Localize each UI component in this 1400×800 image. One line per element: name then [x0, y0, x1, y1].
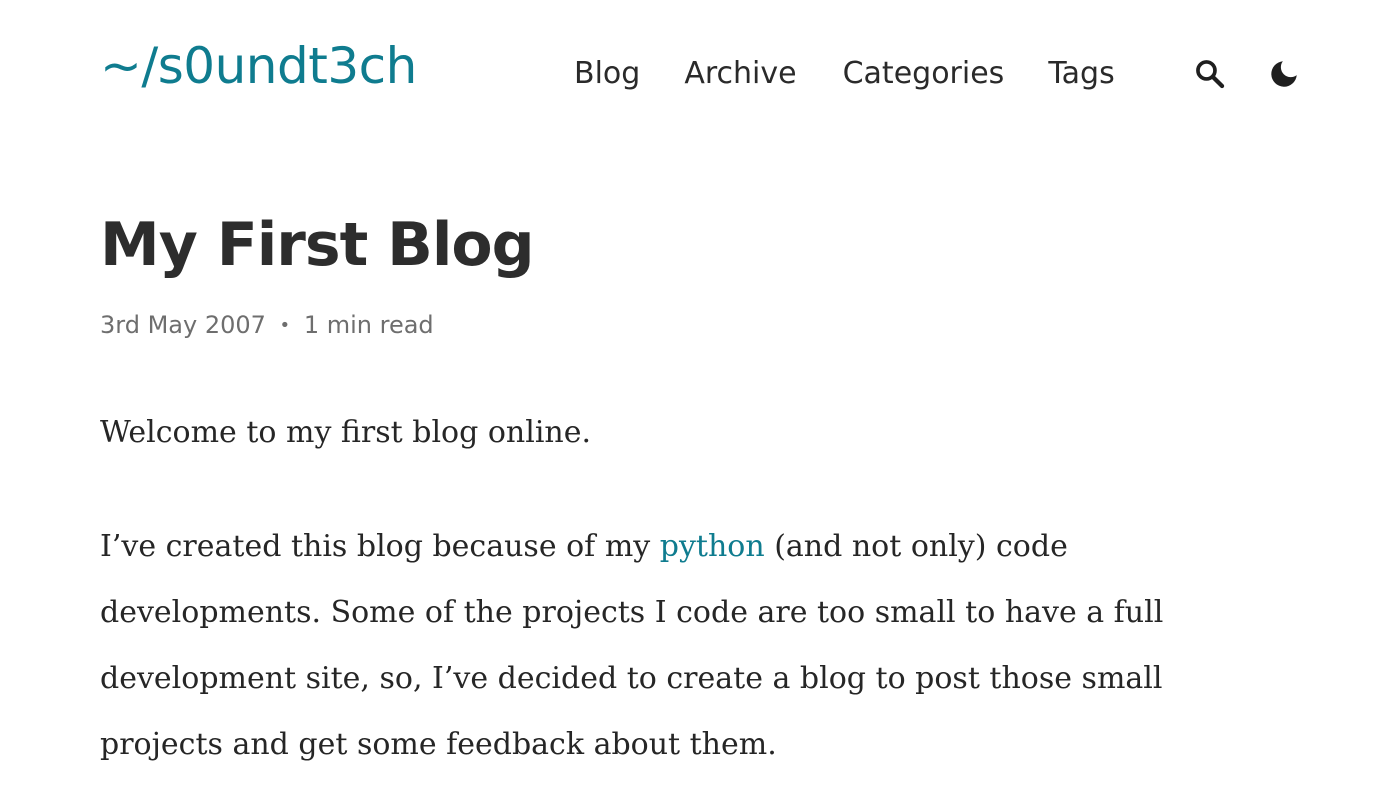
post-body: Welcome to my first blog online. I’ve cr… — [100, 400, 1220, 778]
post-date: 3rd May 2007 — [100, 311, 266, 339]
main-nav: Blog Archive Categories Tags — [574, 52, 1115, 96]
moon-icon — [1271, 61, 1297, 87]
nav-link-categories[interactable]: Categories — [843, 52, 1005, 96]
post-paragraph: Welcome to my first blog online. — [100, 415, 592, 450]
nav-link-tags[interactable]: Tags — [1048, 52, 1114, 96]
nav-link-archive[interactable]: Archive — [684, 52, 796, 96]
site-header: ~/s0undt3ch Blog Archive Categories Tags — [0, 0, 1400, 140]
paragraph-text: I’ve created this blog because of my — [100, 529, 660, 564]
post-paragraph: I’ve created this blog because of my pyt… — [100, 514, 1220, 778]
nav-link-blog[interactable]: Blog — [574, 52, 640, 96]
meta-separator: • — [279, 315, 291, 336]
search-icon — [1196, 60, 1225, 89]
post-read-time: 1 min read — [303, 311, 434, 339]
post-meta: 3rd May 2007 • 1 min read — [100, 308, 434, 343]
site-title-link[interactable]: ~/s0undt3ch — [100, 36, 417, 96]
search-button[interactable] — [1190, 54, 1230, 94]
python-link[interactable]: python — [660, 529, 765, 564]
post-title: My First Blog — [100, 210, 535, 280]
theme-toggle-button[interactable] — [1264, 54, 1304, 94]
